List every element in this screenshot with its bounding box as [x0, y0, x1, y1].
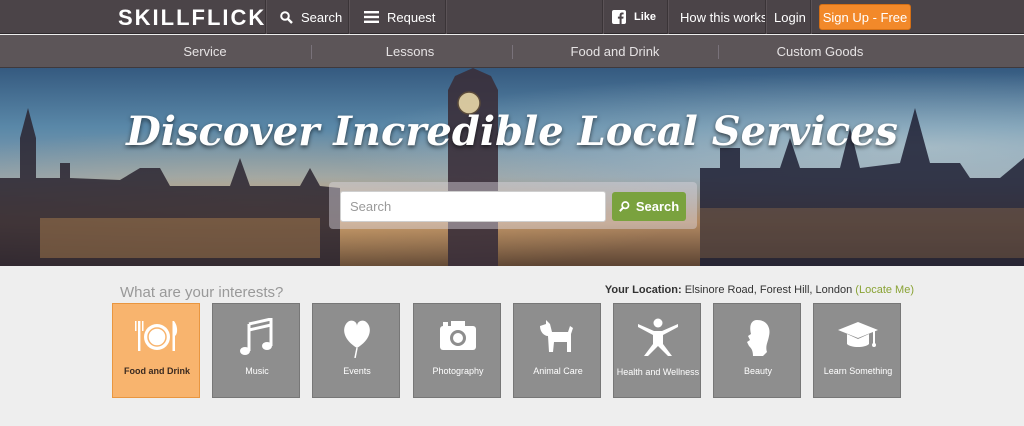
divider	[765, 0, 766, 34]
hero-search-button[interactable]: Search	[612, 192, 686, 221]
search-icon	[618, 201, 630, 212]
category-nav: Service Lessons Food and Drink Custom Go…	[0, 35, 1024, 68]
balloon-icon	[313, 318, 401, 358]
divider	[265, 0, 266, 34]
interests-title: What are your interests?	[120, 284, 284, 301]
yoga-figure-icon	[614, 318, 702, 358]
interest-tile-health-and-wellness[interactable]: Health and Wellness	[613, 303, 701, 398]
divider	[348, 0, 349, 34]
search-nav-link[interactable]: Search	[280, 0, 342, 34]
category-custom-goods[interactable]: Custom Goods	[760, 35, 880, 68]
facebook-like-button[interactable]: Like	[612, 0, 656, 34]
menu-lines-icon	[364, 11, 379, 23]
dog-icon	[514, 318, 602, 358]
site-logo[interactable]: SKILLFLICK	[118, 5, 266, 31]
interest-tile-label: Photography	[432, 366, 484, 376]
login-link[interactable]: Login	[774, 0, 806, 34]
divider	[311, 45, 312, 59]
category-lessons[interactable]: Lessons	[355, 35, 465, 68]
interest-tile-label: Animal Care	[533, 366, 583, 376]
search-icon	[280, 10, 293, 24]
location-label: Your Location:	[604, 284, 682, 296]
top-bar: SKILLFLICK Search Request Like How this …	[0, 0, 1024, 34]
divider	[718, 45, 719, 59]
signup-button[interactable]: Sign Up - Free	[819, 4, 911, 30]
woman-silhouette-icon	[714, 318, 802, 358]
divider	[602, 0, 603, 34]
category-service[interactable]: Service	[150, 35, 260, 68]
interest-tile-photography[interactable]: Photography	[413, 303, 501, 398]
divider	[667, 0, 668, 34]
hero-search-input[interactable]	[340, 191, 606, 222]
hero-banner: Discover Incredible Local Services Searc…	[0, 68, 1024, 266]
london-skyline-image	[0, 68, 1024, 266]
interest-tile-label: Beauty	[743, 366, 773, 376]
search-nav-label: Search	[301, 9, 343, 25]
camera-icon	[414, 318, 502, 358]
interest-tile-label: Music	[245, 366, 269, 376]
hero-search-box: Search	[329, 182, 697, 229]
hero-headline: Discover Incredible Local Services	[126, 108, 898, 155]
request-nav-link[interactable]: Request	[364, 0, 435, 34]
interest-tile-food-and-drink[interactable]: Food and Drink	[112, 303, 200, 398]
interest-tile-label: Health and Wellness	[616, 367, 700, 377]
interest-tile-learn-something[interactable]: Learn Something	[813, 303, 901, 398]
request-nav-label: Request	[387, 9, 436, 25]
music-note-icon	[213, 318, 301, 358]
interest-tile-label: Events	[343, 366, 371, 376]
locate-me-link[interactable]: (Locate Me)	[855, 284, 914, 296]
divider	[445, 0, 446, 34]
interest-tile-events[interactable]: Events	[312, 303, 400, 398]
interest-tile-label: Food and Drink	[124, 366, 190, 376]
divider	[810, 0, 811, 34]
interest-tile-label: Learn Something	[823, 366, 893, 376]
plate-cutlery-icon	[113, 318, 201, 358]
facebook-icon	[612, 10, 626, 24]
location-value: Elsinore Road, Forest Hill, London	[684, 284, 853, 296]
how-this-works-link[interactable]: How this works	[680, 0, 767, 34]
interest-tile-music[interactable]: Music	[212, 303, 300, 398]
category-food-and-drink[interactable]: Food and Drink	[555, 35, 675, 68]
location-line: Your Location: Elsinore Road, Forest Hil…	[605, 284, 914, 296]
like-label: Like	[634, 11, 657, 23]
graduation-cap-icon	[814, 318, 902, 358]
hero-search-button-label: Search	[635, 199, 680, 214]
divider	[512, 45, 513, 59]
interest-tile-beauty[interactable]: Beauty	[713, 303, 801, 398]
interest-tile-animal-care[interactable]: Animal Care	[513, 303, 601, 398]
